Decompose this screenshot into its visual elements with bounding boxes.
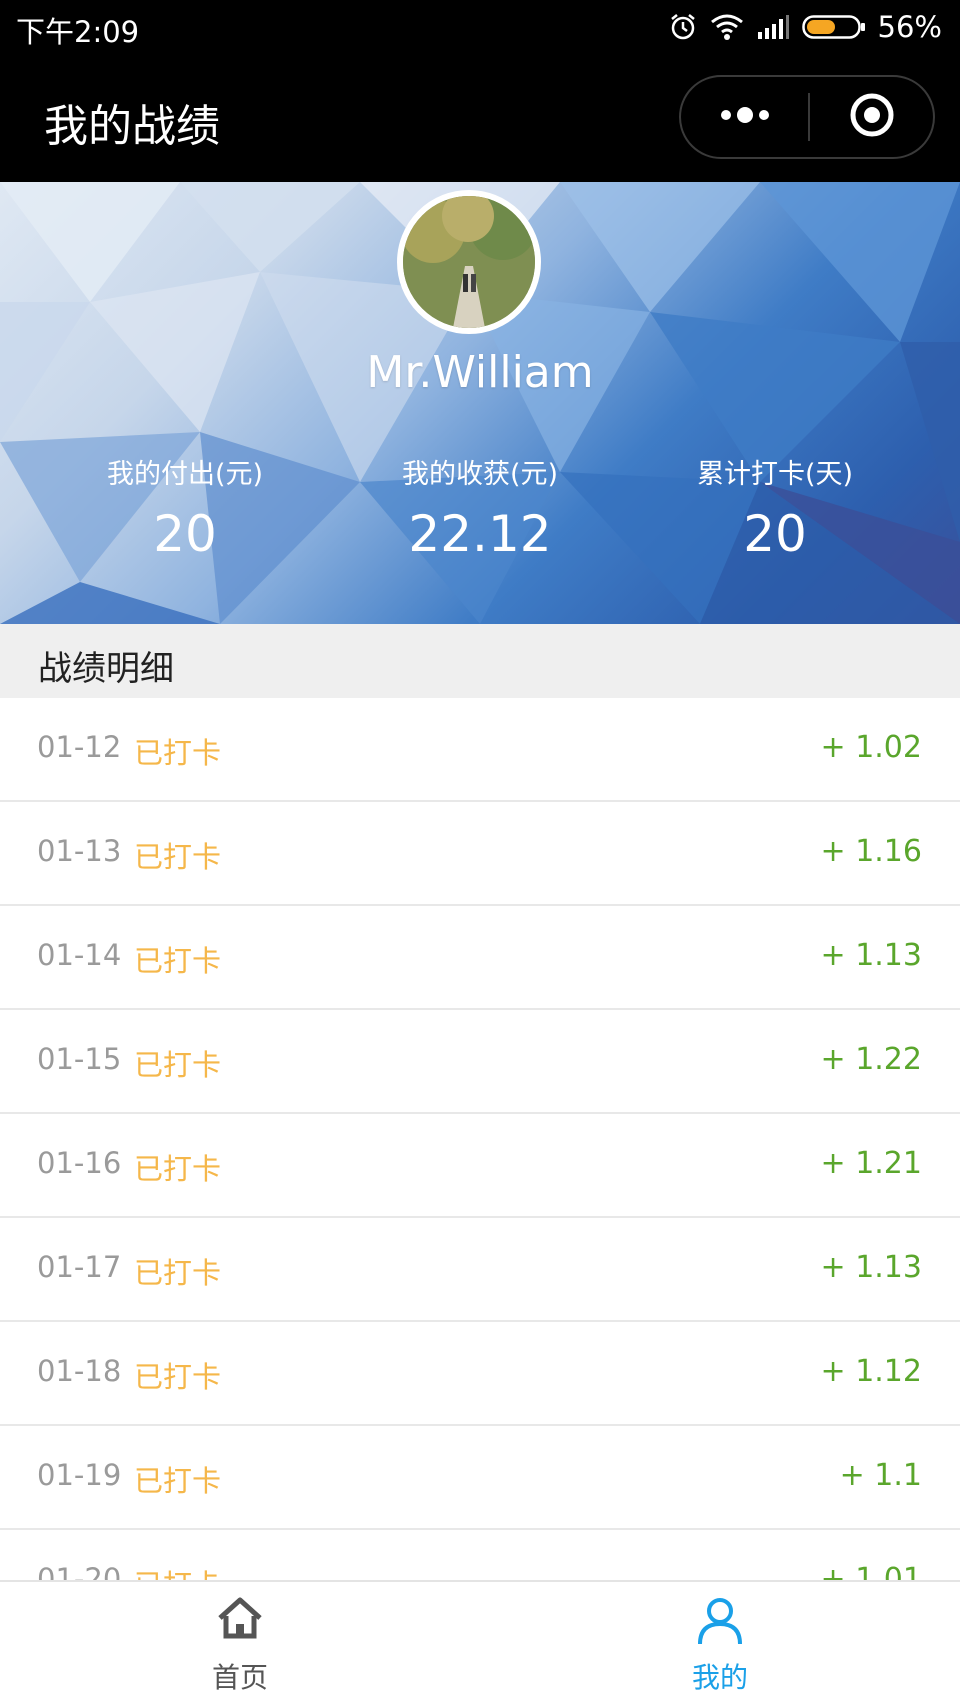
record-date: 01-12 bbox=[37, 730, 122, 764]
avatar[interactable] bbox=[397, 190, 541, 334]
record-date: 01-15 bbox=[37, 1042, 122, 1076]
record-date: 01-17 bbox=[37, 1250, 122, 1284]
record-amount: + 1.16 bbox=[820, 834, 922, 869]
records-list[interactable]: 01-12 已打卡 + 1.02 01-13 已打卡 + 1.16 01-14 … bbox=[0, 698, 960, 1580]
stat-checkin-days: 累计打卡(天) 20 bbox=[615, 452, 935, 563]
user-icon bbox=[697, 1596, 743, 1650]
status-time: 下午2:09 bbox=[16, 15, 140, 49]
record-date: 01-19 bbox=[37, 1458, 122, 1492]
more-button[interactable] bbox=[681, 77, 808, 157]
list-item[interactable]: 01-13 已打卡 + 1.16 bbox=[0, 802, 960, 906]
stat-earned-label: 我的收获(元) bbox=[401, 459, 559, 490]
nav-bar: 我的战绩 bbox=[0, 56, 960, 182]
stat-earned-value: 22.12 bbox=[408, 505, 552, 563]
stat-checkin-days-label: 累计打卡(天) bbox=[696, 459, 854, 490]
record-amount: + 1.02 bbox=[820, 730, 922, 765]
section-header: 战绩明细 bbox=[0, 624, 960, 698]
record-status: 已打卡 bbox=[134, 1152, 222, 1186]
record-amount: + 1.01 bbox=[820, 1562, 922, 1580]
record-status: 已打卡 bbox=[134, 840, 222, 874]
tab-mine[interactable]: 我的 bbox=[480, 1582, 960, 1707]
section-title: 战绩明细 bbox=[38, 649, 174, 689]
tab-bar: 首页 我的 bbox=[0, 1580, 960, 1707]
record-status: 已打卡 bbox=[134, 736, 222, 770]
stat-earned: 我的收获(元) 22.12 bbox=[320, 452, 640, 563]
record-amount: + 1.13 bbox=[820, 1250, 922, 1285]
tab-home[interactable]: 首页 bbox=[0, 1582, 480, 1707]
record-date: 01-20 bbox=[37, 1562, 122, 1580]
page-title: 我的战绩 bbox=[44, 101, 220, 152]
record-amount: + 1.22 bbox=[820, 1042, 922, 1077]
record-status: 已打卡 bbox=[134, 1360, 222, 1394]
record-amount: + 1.21 bbox=[820, 1146, 922, 1181]
list-item[interactable]: 01-15 已打卡 + 1.22 bbox=[0, 1010, 960, 1114]
record-status: 已打卡 bbox=[134, 1562, 221, 1580]
record-date: 01-13 bbox=[37, 834, 122, 868]
tab-home-label: 首页 bbox=[211, 1661, 268, 1694]
close-button[interactable] bbox=[810, 77, 933, 157]
username: Mr.William bbox=[366, 347, 594, 398]
list-item[interactable]: 01-19 已打卡 + 1.1 bbox=[0, 1426, 960, 1530]
stat-paid: 我的付出(元) 20 bbox=[25, 452, 345, 563]
target-close-icon bbox=[848, 91, 896, 143]
signal-icon bbox=[756, 14, 790, 40]
tab-mine-label: 我的 bbox=[691, 1661, 748, 1694]
status-icons: 56% bbox=[668, 9, 942, 45]
stat-paid-label: 我的付出(元) bbox=[106, 459, 264, 490]
record-date: 01-14 bbox=[37, 938, 122, 972]
stat-paid-value: 20 bbox=[153, 505, 217, 563]
avatar-photo bbox=[403, 196, 535, 328]
list-item[interactable]: 01-20 已打卡 + 1.01 bbox=[0, 1530, 960, 1580]
list-item[interactable]: 01-12 已打卡 + 1.02 bbox=[0, 698, 960, 802]
record-status: 已打卡 bbox=[134, 1048, 222, 1082]
more-dots-icon bbox=[718, 105, 772, 129]
record-status: 已打卡 bbox=[134, 944, 222, 978]
record-date: 01-16 bbox=[37, 1146, 122, 1180]
profile-banner: Mr.William 我的付出(元) 20 我的收获(元) 22.12 累计打卡… bbox=[0, 182, 960, 624]
stat-checkin-days-value: 20 bbox=[743, 505, 807, 563]
battery-percent: 56% bbox=[877, 10, 942, 44]
record-date: 01-18 bbox=[37, 1354, 122, 1388]
record-amount: + 1.1 bbox=[839, 1458, 922, 1493]
wifi-icon bbox=[710, 13, 744, 41]
record-status: 已打卡 bbox=[134, 1464, 222, 1498]
status-bar: 下午2:09 56% bbox=[0, 0, 960, 56]
record-amount: + 1.13 bbox=[820, 938, 922, 973]
list-item[interactable]: 01-16 已打卡 + 1.21 bbox=[0, 1114, 960, 1218]
home-icon bbox=[216, 1596, 264, 1644]
record-amount: + 1.12 bbox=[820, 1354, 922, 1389]
list-item[interactable]: 01-14 已打卡 + 1.13 bbox=[0, 906, 960, 1010]
capsule-menu bbox=[679, 75, 935, 159]
list-item[interactable]: 01-17 已打卡 + 1.13 bbox=[0, 1218, 960, 1322]
battery-icon bbox=[801, 12, 866, 42]
record-status: 已打卡 bbox=[134, 1256, 222, 1290]
alarm-icon bbox=[668, 12, 698, 42]
list-item[interactable]: 01-18 已打卡 + 1.12 bbox=[0, 1322, 960, 1426]
